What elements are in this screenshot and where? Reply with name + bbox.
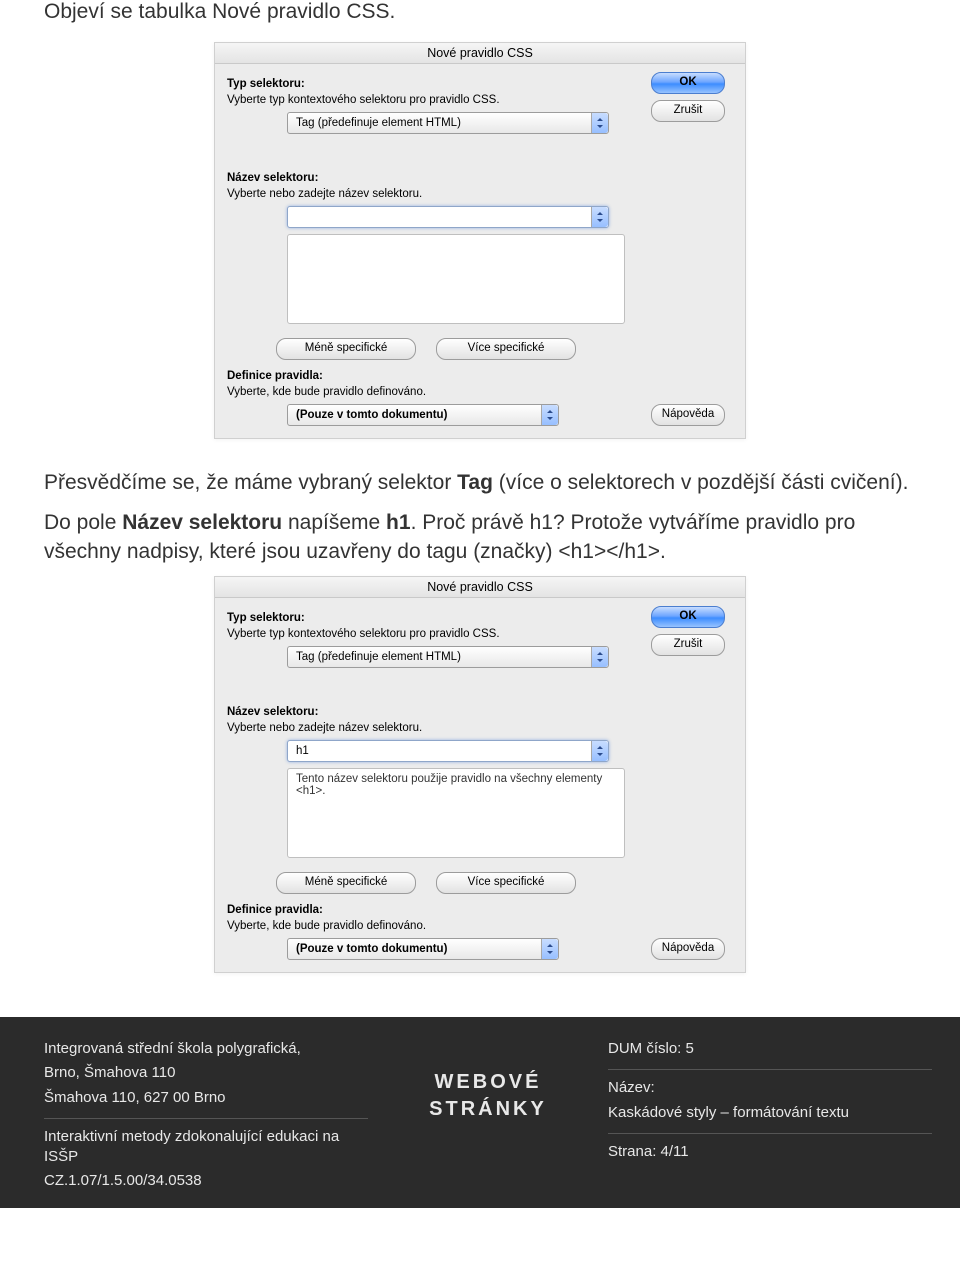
ok-button[interactable]: OK [651,72,725,94]
page-footer: Integrovaná střední škola polygrafická, … [0,1017,960,1208]
help-button[interactable]: Nápověda [651,404,725,426]
css-rule-dialog-2: Nové pravidlo CSS Typ selektoru: Vyberte… [214,576,746,973]
more-specific-button[interactable]: Více specifické [436,338,576,360]
footer-school-line1: Integrovaná střední škola polygrafická, [44,1039,368,1059]
intro-text: Objeví se tabulka Nové pravidlo CSS. [44,0,916,24]
selector-type-help: Vyberte typ kontextového selektoru pro p… [227,628,625,640]
less-specific-button[interactable]: Méně specifické [276,872,416,894]
selector-type-help: Vyberte typ kontextového selektoru pro p… [227,94,625,106]
help-button[interactable]: Nápověda [651,938,725,960]
footer-logo-text: WEBOVÉ STRÁNKY [408,1039,568,1196]
selector-name-help: Vyberte nebo zadejte název selektoru. [227,188,625,200]
footer-school-line2: Brno, Šmahova 110 [44,1063,368,1083]
selector-type-select[interactable]: Tag (předefinuje element HTML) [287,112,609,134]
footer-page-number: Strana: 4/11 [608,1142,932,1162]
selector-name-field[interactable] [288,211,591,223]
rule-def-help: Vyberte, kde bude pravidlo definováno. [227,386,625,398]
footer-school-line3: Šmahova 110, 627 00 Brno [44,1088,368,1108]
footer-project-line1: Interaktivní metody zdokonalující edukac… [44,1127,368,1168]
footer-dum-number: DUM číslo: 5 [608,1039,932,1059]
rule-def-value: (Pouze v tomto dokumentu) [288,943,541,955]
selector-type-label: Typ selektoru: [227,612,625,624]
updown-icon [591,741,608,761]
rule-def-select[interactable]: (Pouze v tomto dokumentu) [287,938,559,960]
paragraph-2: Přesvědčíme se, že máme vybraný selektor… [44,469,916,497]
paragraph-3: Do pole Název selektoru napíšeme h1. Pro… [44,509,916,566]
updown-icon [541,939,558,959]
footer-project-code: CZ.1.07/1.5.00/34.0538 [44,1171,368,1191]
selector-name-field[interactable] [288,745,591,757]
selector-name-label: Název selektoru: [227,172,625,184]
cancel-button[interactable]: Zrušit [651,634,725,656]
selector-name-input[interactable] [287,740,609,762]
dialog-title: Nové pravidlo CSS [215,577,745,598]
updown-icon [541,405,558,425]
selector-name-input[interactable] [287,206,609,228]
selector-description-box: Tento název selektoru použije pravidlo n… [287,768,625,858]
ok-button[interactable]: OK [651,606,725,628]
css-rule-dialog-1: Nové pravidlo CSS Typ selektoru: Vyberte… [214,42,746,439]
rule-def-help: Vyberte, kde bude pravidlo definováno. [227,920,625,932]
selector-description-box [287,234,625,324]
more-specific-button[interactable]: Více specifické [436,872,576,894]
selector-name-help: Vyberte nebo zadejte název selektoru. [227,722,625,734]
less-specific-button[interactable]: Méně specifické [276,338,416,360]
rule-def-label: Definice pravidla: [227,904,625,916]
cancel-button[interactable]: Zrušit [651,100,725,122]
footer-material-title-label: Název: [608,1078,932,1098]
footer-material-title: Kaskádové styly – formátování textu [608,1103,932,1123]
updown-icon [591,113,608,133]
selector-name-label: Název selektoru: [227,706,625,718]
selector-type-label: Typ selektoru: [227,78,625,90]
selector-type-value: Tag (předefinuje element HTML) [288,651,591,663]
updown-icon [591,647,608,667]
selector-type-select[interactable]: Tag (předefinuje element HTML) [287,646,609,668]
rule-def-value: (Pouze v tomto dokumentu) [288,409,541,421]
rule-def-label: Definice pravidla: [227,370,625,382]
updown-icon [591,207,608,227]
dialog-title: Nové pravidlo CSS [215,43,745,64]
rule-def-select[interactable]: (Pouze v tomto dokumentu) [287,404,559,426]
selector-type-value: Tag (předefinuje element HTML) [288,117,591,129]
